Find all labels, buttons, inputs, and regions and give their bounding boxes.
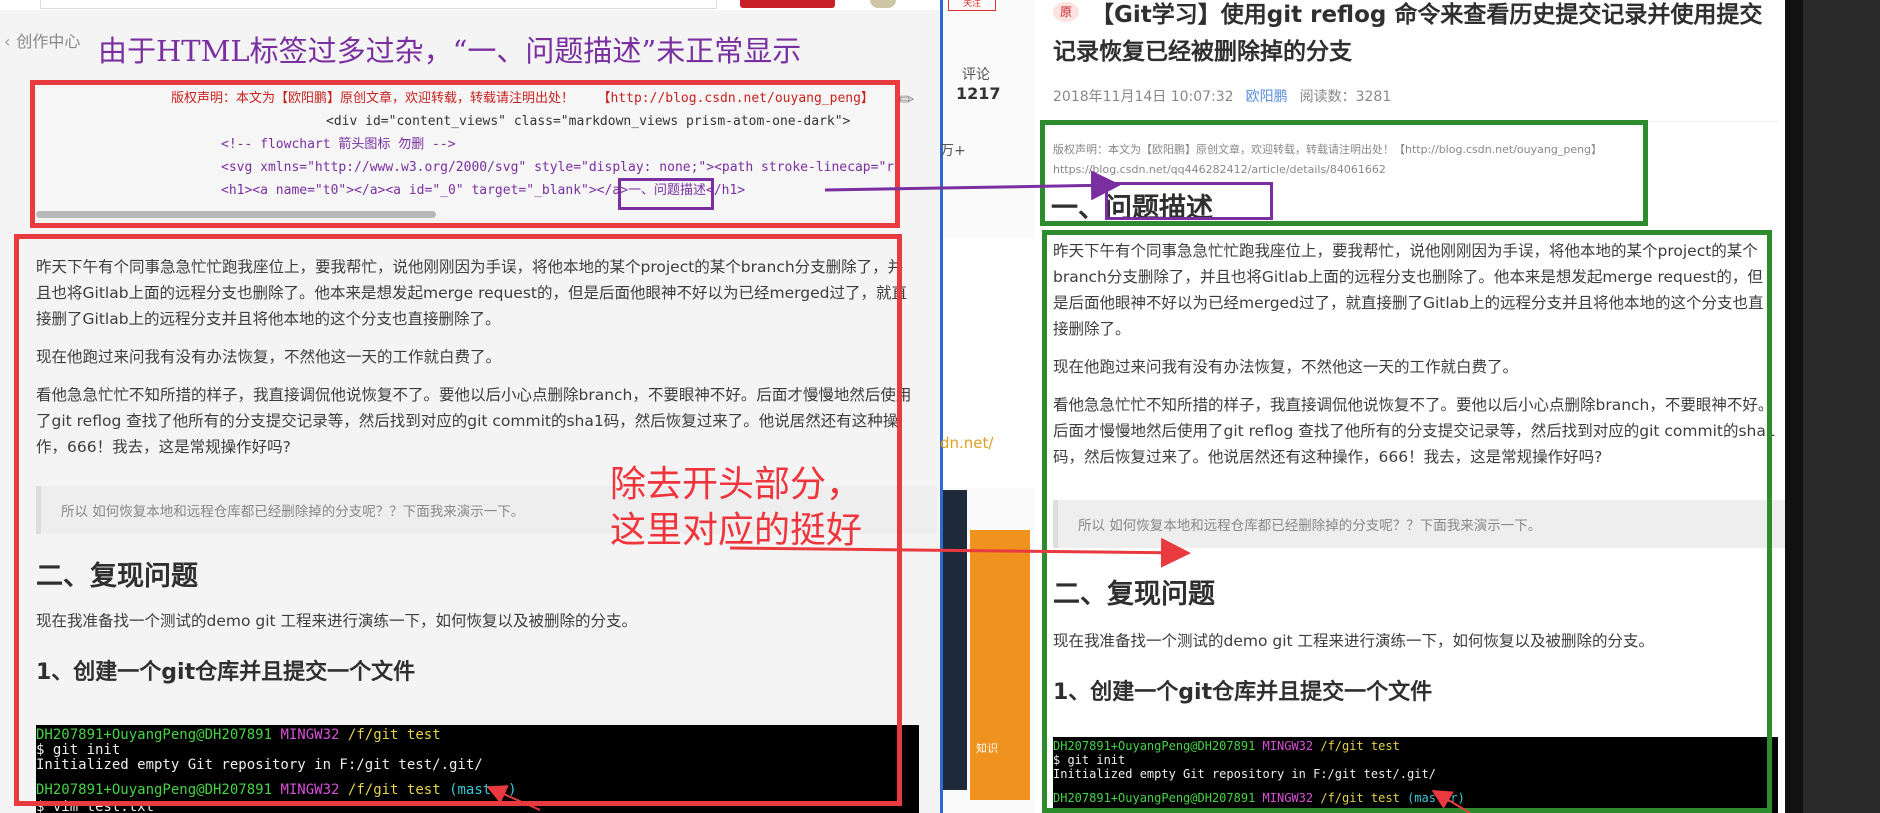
desktop-edge <box>1785 0 1880 813</box>
breadcrumb-label: 创作中心 <box>16 32 81 51</box>
annotation-box-body <box>14 234 902 806</box>
comment-label: 评论 <box>962 67 990 83</box>
chevron-left-icon: ‹ <box>4 32 11 51</box>
article-date: 2018年11月14日 10:07:32 <box>1053 89 1234 105</box>
annotation-box-raw <box>30 80 900 228</box>
editor-pane: ‹ 创作中心 由于HTML标签过多过杂，“一、问题描述”未正常显示 版权声明：本文… <box>0 0 940 813</box>
stat-wan: 万+ <box>940 143 966 159</box>
annotation-box-body <box>1042 230 1772 813</box>
article-meta: 2018年11月14日 10:07:32 欧阳鹏 阅读数：3281 <box>1053 86 1391 106</box>
divider <box>1785 0 1803 813</box>
read-count: 阅读数：3281 <box>1299 89 1392 105</box>
annotation-box-h1-raw <box>618 178 714 210</box>
annotation-title: 由于HTML标签过多过杂，“一、问题描述”未正常显示 <box>98 34 802 68</box>
article-title: 【Git学习】使用git reflog 命令来查看历史提交记录并使用提交记录恢复… <box>1053 2 1763 65</box>
dark-panel <box>943 490 967 790</box>
publish-button[interactable] <box>740 0 835 8</box>
side-strip: 关注 评论 1217 万+ dn.net/ 知识 <box>940 0 1035 813</box>
annotation-box-h1 <box>1105 182 1273 220</box>
breadcrumb[interactable]: ‹ 创作中心 <box>4 28 80 52</box>
ad-banner[interactable]: 知识 <box>970 530 1030 800</box>
search-input[interactable] <box>40 0 717 9</box>
author-link[interactable]: 欧阳鹏 <box>1246 89 1288 105</box>
link-fragment[interactable]: dn.net/ <box>940 434 993 452</box>
comment-count[interactable]: 1217 <box>956 84 1001 103</box>
published-article-pane: 原 【Git学习】使用git reflog 命令来查看历史提交记录并使用提交记录… <box>1035 0 1785 813</box>
avatar[interactable] <box>870 0 896 8</box>
follow-button[interactable]: 关注 <box>948 0 996 11</box>
ad-label: 知识 <box>976 742 998 755</box>
top-toolbar <box>0 0 940 10</box>
